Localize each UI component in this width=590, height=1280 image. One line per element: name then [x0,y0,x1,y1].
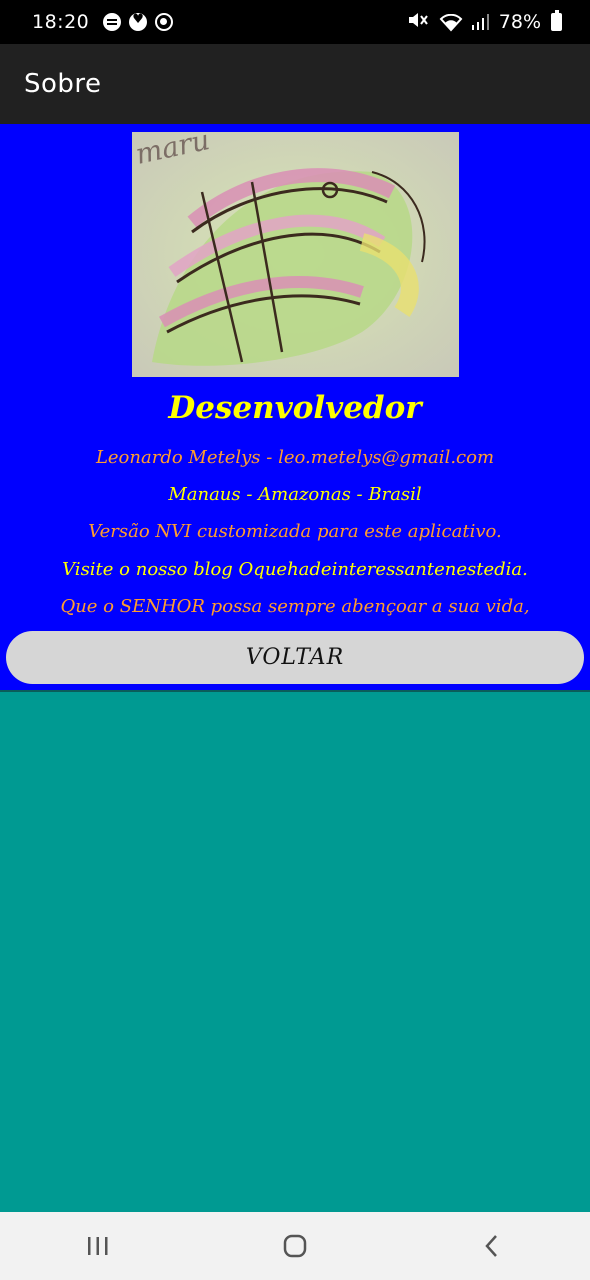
page-title: Sobre [24,69,102,99]
status-time: 18:20 [32,11,90,33]
status-bar: 18:20 78% [0,0,590,44]
back-button[interactable]: VOLTAR [6,631,584,684]
signal-icon [471,13,489,31]
developer-heading: Desenvolvedor [168,390,422,426]
recent-apps-icon[interactable] [68,1226,128,1266]
wifi-icon [439,14,463,32]
system-nav-bar [0,1212,590,1280]
developer-photo: maru [132,132,459,377]
blog-line: Visite o nosso blog Oquehadeinteressante… [62,559,528,580]
heart-icon [129,12,148,31]
location-line: Manaus - Amazonas - Brasil [168,484,422,505]
app-bar: Sobre [0,44,590,124]
version-line: Versão NVI customizada para este aplicat… [88,521,502,542]
empty-area [0,690,590,1212]
message-icon [103,13,122,31]
home-icon[interactable] [265,1226,325,1266]
ring-icon [155,13,174,31]
battery-icon [551,10,562,31]
back-nav-icon[interactable] [462,1226,522,1266]
blessing-line: Que o SENHOR possa sempre abençoar a sua… [60,596,530,617]
contact-line: Leonardo Metelys - leo.metelys@gmail.com [95,447,495,468]
about-panel: maru Desenvolvedor Leonardo Metelys - le… [0,124,590,690]
battery-level: 78% [498,11,541,33]
mute-icon [407,11,429,34]
